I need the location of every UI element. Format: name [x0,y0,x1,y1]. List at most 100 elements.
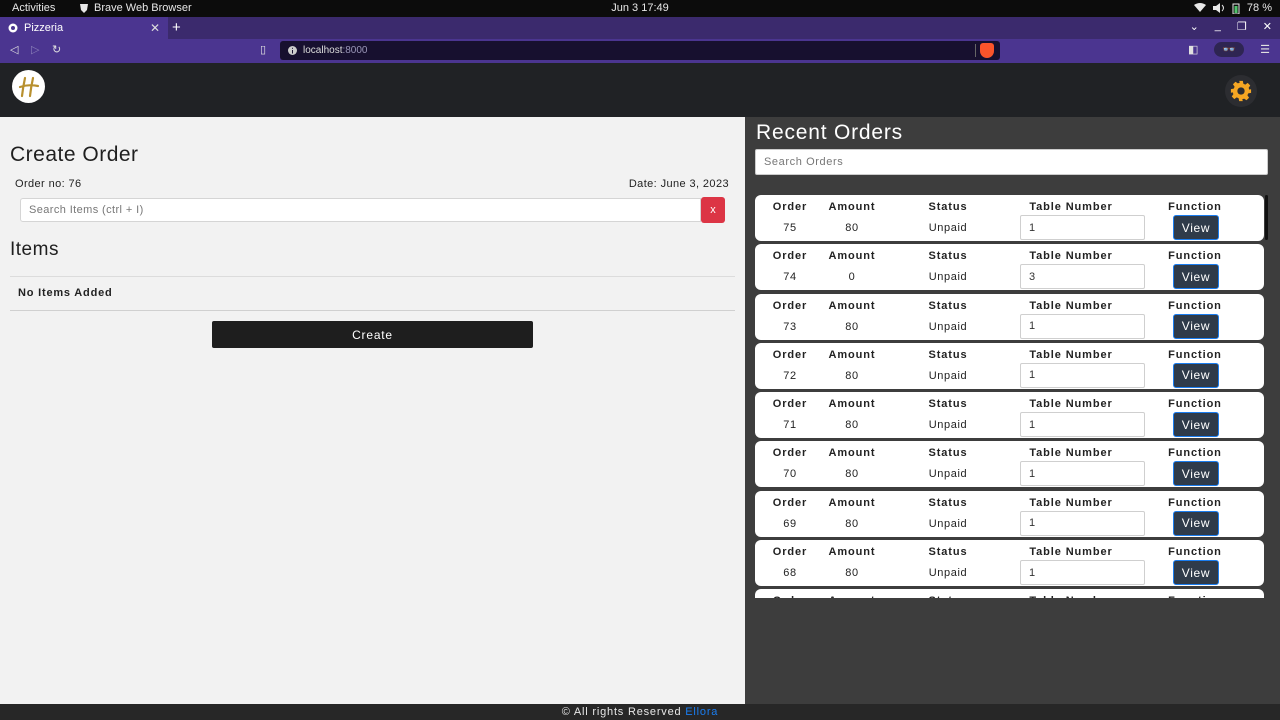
header-order: Order [772,250,808,263]
order-order-value: 68 [783,567,797,580]
order-card: Order 75 Amount 80 Status Unpaid Table Number F… [755,195,1264,241]
close-window-icon[interactable]: ✕ [1263,20,1272,33]
order-card: Order 73 Amount 80 Status Unpaid Table Number F… [755,293,1264,340]
wifi-icon [1193,3,1206,12]
header-table: Table Number [1029,447,1113,460]
url-host: localhost [303,45,343,56]
toolbar-right: ◧ 👓 ☰ [1188,42,1270,57]
order-amount-value: 80 [845,369,859,382]
logo-mark-icon [18,76,39,97]
order-card: Order 69 Amount 80 Status Unpaid Table Number F… [755,490,1264,537]
brave-shields-icon[interactable] [980,43,994,58]
header-order: Order [772,299,808,312]
items-divider-top [10,276,735,277]
header-amount: Amount [828,250,876,263]
search-items-input[interactable] [20,198,701,222]
tab-pizzeria[interactable]: Pizzeria ✕ [0,17,168,39]
system-tray[interactable]: 78 % [1193,2,1272,14]
table-number-input[interactable] [1020,560,1145,586]
table-number-input[interactable] [1020,264,1145,290]
header-amount: Amount [828,398,876,411]
app-menu[interactable]: Brave Web Browser [79,2,192,14]
wallet-glasses-icon[interactable]: 👓 [1214,42,1245,57]
table-number-input[interactable] [1020,362,1145,388]
header-status: Status [928,348,968,361]
header-status: Status [928,299,968,312]
order-status-value: Unpaid [928,320,968,333]
clock[interactable]: Jun 3 17:49 [611,2,669,14]
order-order-value: 73 [783,320,797,333]
header-table: Table Number [1029,546,1113,559]
items-divider-bottom [10,310,735,311]
header-table: Table Number [1029,496,1113,509]
order-card: Order 72 Amount 80 Status Unpaid Table Number F… [755,342,1264,389]
back-icon[interactable]: ◁ [10,43,18,56]
order-card: Order 70 Amount 80 Status Unpaid Table Number F… [755,441,1264,488]
order-order-value: 71 [783,419,797,432]
table-number-input[interactable] [1020,510,1145,536]
brave-lion-icon [80,3,88,13]
order-status-value: Unpaid [928,517,968,530]
order-order-value: 72 [783,369,797,382]
minimize-icon[interactable]: _ [1215,20,1221,33]
orders-list[interactable]: Order 75 Amount 80 Status Unpaid Table Number F… [755,195,1267,598]
header-function: Function [1168,447,1222,460]
header-amount: Amount [828,348,876,361]
header-function: Function [1161,595,1229,598]
view-order-button[interactable]: View [1173,215,1219,240]
order-amount-value: 80 [845,517,859,530]
pizzeria-logo[interactable] [12,70,45,103]
header-order: Order [772,398,808,411]
forward-icon[interactable]: ▷ [31,43,39,56]
close-tab-icon[interactable]: ✕ [150,21,160,35]
browser-toolbar: ◁ ▷ ↻ ▯ localhost:8000 ◧ 👓 ☰ [0,39,1280,63]
table-number-input[interactable] [1020,412,1145,438]
table-number-input[interactable] [1020,461,1145,487]
header-order: Order [772,348,808,361]
orders-scrollbar[interactable] [1265,195,1268,240]
order-amount-value: 80 [845,320,859,333]
order-number: Order no: 76 [15,178,82,190]
header-table: Table Number [1029,201,1113,213]
bookmark-icon[interactable]: ▯ [260,43,266,56]
view-order-button[interactable]: View [1173,461,1219,487]
view-order-button[interactable]: View [1173,510,1219,536]
header-amount: Amount [825,595,879,598]
gear-icon [1230,80,1252,102]
order-status-value: Unpaid [928,468,968,481]
view-order-button[interactable]: View [1173,560,1219,586]
view-order-button[interactable]: View [1173,412,1219,438]
header-amount: Amount [828,546,876,559]
info-icon [288,46,297,55]
view-order-button[interactable]: View [1173,362,1219,388]
tab-list-icon[interactable]: ⌄ [1190,20,1199,33]
view-order-button[interactable]: View [1173,313,1219,339]
recent-orders-title: Recent Orders [756,121,903,144]
footer-brand-link[interactable]: Ellora [685,706,718,718]
table-number-input[interactable] [1020,215,1145,240]
header-function: Function [1168,348,1222,361]
create-order-panel: Create Order Order no: 76 Date: June 3, … [0,117,745,704]
header-status: Status [928,250,968,263]
settings-button[interactable] [1225,75,1257,107]
clear-search-button[interactable]: x [701,197,725,223]
header-amount: Amount [828,496,876,509]
activities-button[interactable]: Activities [12,2,55,14]
search-orders-input[interactable] [755,149,1268,175]
header-function: Function [1168,299,1222,312]
footer: © All rights Reserved Ellora [0,704,1280,720]
address-bar[interactable]: localhost:8000 [280,41,1000,60]
restore-icon[interactable]: ❐ [1237,20,1247,33]
order-amount-value: 80 [845,567,859,580]
table-number-input[interactable] [1020,313,1145,339]
tab-title: Pizzeria [24,22,64,34]
volume-icon [1212,3,1224,13]
sidebar-icon[interactable]: ◧ [1188,43,1198,56]
reload-icon[interactable]: ↻ [52,43,61,56]
menu-icon[interactable]: ☰ [1260,43,1270,56]
header-table: Table Number [1029,348,1113,361]
create-order-button[interactable]: Create [212,321,533,348]
new-tab-icon[interactable]: + [172,19,181,36]
order-status-value: Unpaid [928,419,968,432]
view-order-button[interactable]: View [1173,264,1219,290]
